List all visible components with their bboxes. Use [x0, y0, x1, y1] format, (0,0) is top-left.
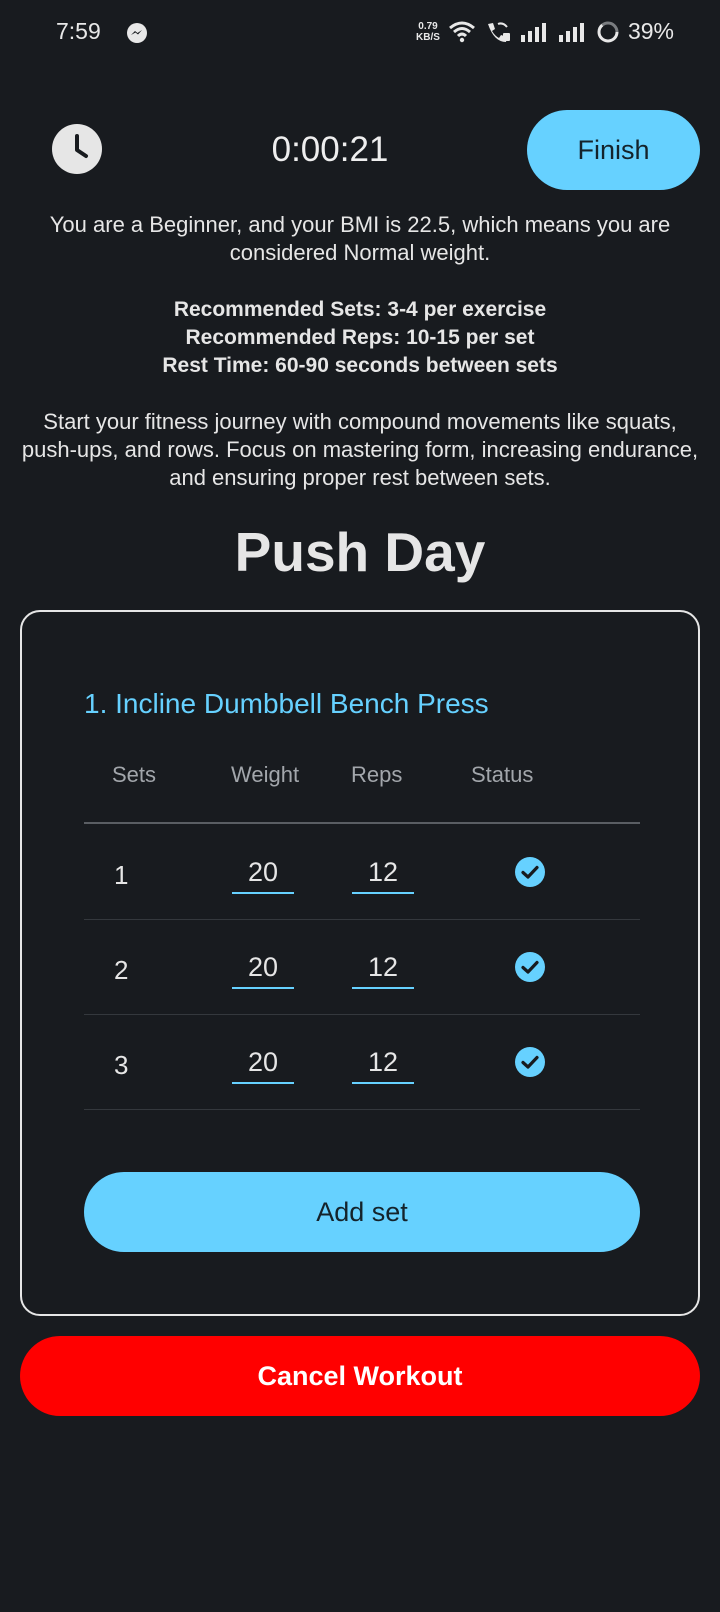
add-set-button[interactable]: Add set [84, 1172, 640, 1252]
network-speed-value: 0.79 [418, 20, 438, 32]
reps-input[interactable]: 12 [352, 945, 414, 989]
reps-input[interactable]: 12 [352, 1040, 414, 1084]
workout-title: Push Day [234, 521, 486, 583]
network-speed-unit: KB/S [416, 31, 440, 43]
signal-icon [558, 22, 588, 42]
weight-input[interactable]: 20 [232, 850, 294, 894]
set-number: 2 [114, 955, 129, 985]
recommended-reps: Recommended Reps: 10-15 per set [185, 326, 535, 349]
set-row: 1 20 12 [84, 824, 640, 920]
set-row: 2 20 12 [84, 919, 640, 1015]
finish-button[interactable]: Finish [527, 110, 700, 190]
bmi-intro-text: You are a Beginner, and your BMI is 22.5… [49, 212, 671, 265]
wifi-call-icon [484, 20, 512, 44]
set-number: 3 [114, 1050, 129, 1080]
column-header-status: Status [471, 762, 534, 787]
battery-saver-icon [596, 20, 620, 44]
recommendations: Recommended Sets: 3-4 per exercise Recom… [20, 296, 700, 380]
status-bar: 7:59 0.79 KB/S 39% [0, 0, 720, 66]
check-circle-icon[interactable] [514, 1046, 546, 1078]
battery-percent: 39% [627, 18, 674, 44]
messenger-icon [126, 22, 148, 44]
weight-input[interactable]: 20 [232, 945, 294, 989]
status-time: 7:59 [56, 18, 101, 44]
reps-input[interactable]: 12 [352, 850, 414, 894]
check-circle-icon[interactable] [514, 856, 546, 888]
clock-icon[interactable] [52, 124, 102, 174]
advice-text: Start your fitness journey with compound… [21, 409, 699, 490]
signal-icon [520, 22, 550, 42]
rest-time: Rest Time: 60-90 seconds between sets [162, 354, 558, 377]
column-header-weight: Weight [231, 762, 300, 787]
workout-timer: 0:00:21 [271, 130, 389, 169]
column-header-sets: Sets [112, 762, 157, 787]
exercise-name[interactable]: 1. Incline Dumbbell Bench Press [84, 688, 489, 720]
recommended-sets: Recommended Sets: 3-4 per exercise [173, 298, 547, 321]
cancel-workout-button[interactable]: Cancel Workout [20, 1336, 700, 1416]
row-divider [84, 1109, 640, 1110]
column-header-reps: Reps [351, 762, 403, 787]
set-row: 3 20 12 [84, 1014, 640, 1110]
set-number: 1 [114, 860, 129, 890]
check-circle-icon[interactable] [514, 951, 546, 983]
status-icons: 0.79 KB/S 39% [416, 18, 674, 45]
wifi-icon [448, 21, 476, 43]
weight-input[interactable]: 20 [232, 1040, 294, 1084]
workout-screen: 7:59 0.79 KB/S 39% 0:00:21 Finish You ar… [0, 0, 720, 1612]
exercise-card: 1. Incline Dumbbell Bench Press Sets Wei… [20, 610, 700, 1316]
network-speed: 0.79 KB/S [416, 21, 440, 43]
